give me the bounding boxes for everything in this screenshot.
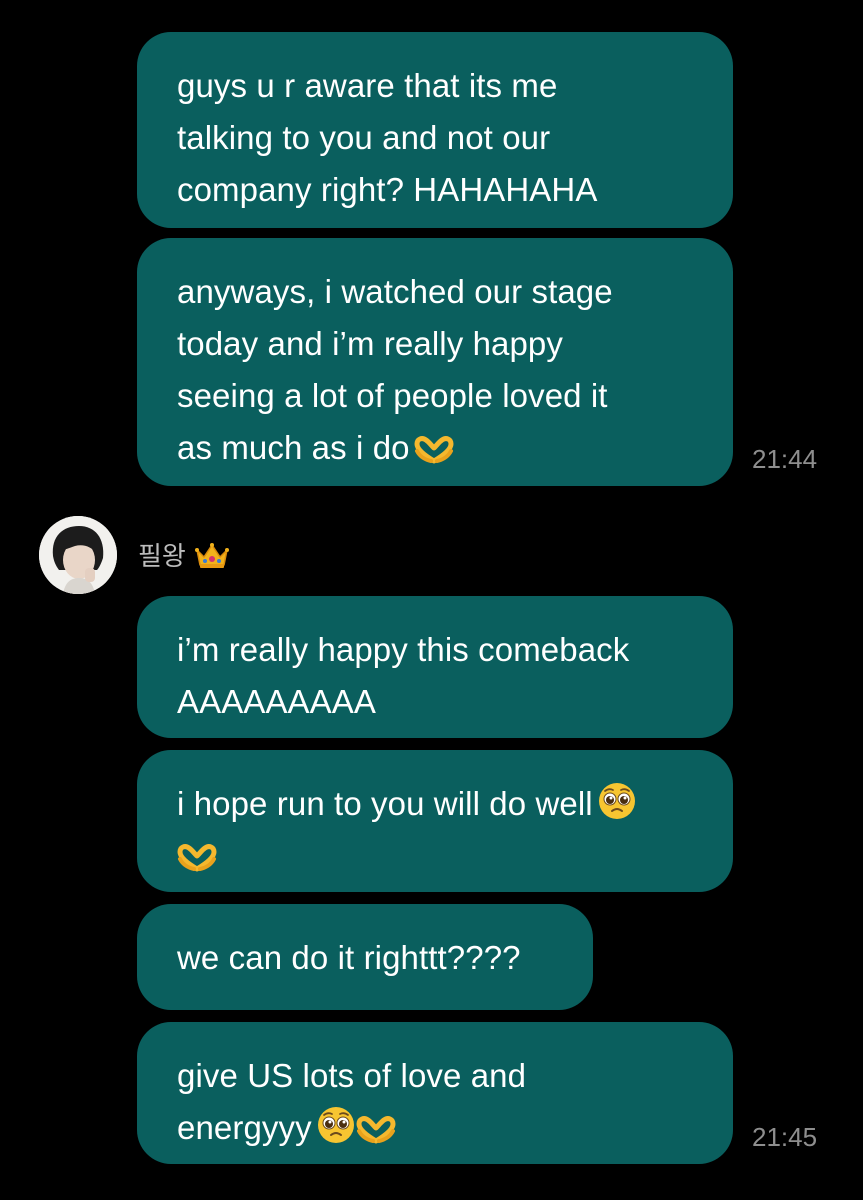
message-line: today and i’m really happy <box>177 325 563 362</box>
timestamp: 21:45 <box>752 1122 818 1152</box>
crown-icon <box>194 542 229 568</box>
message-line: company right? HAHAHAHA <box>177 171 598 208</box>
message-line <box>177 830 693 882</box>
message-bubble[interactable]: i hope run to you will do well <box>137 750 733 892</box>
message-bubble[interactable]: we can do it righttt???? <box>137 904 593 1010</box>
sender-label: 필왕 <box>138 536 230 573</box>
message-bubble[interactable]: guys u r aware that its me talking to yo… <box>137 32 733 228</box>
avatar[interactable] <box>39 516 117 594</box>
message-bubble[interactable]: give US lots of love and energyyy <box>137 1022 733 1164</box>
message-text: energyyy <box>177 1109 312 1146</box>
timestamp: 21:44 <box>752 444 818 474</box>
message-line: seeing a lot of people loved it <box>177 377 608 414</box>
message-line: i hope run to you will do well <box>177 778 693 830</box>
message-line: guys u r aware that its me <box>177 67 558 104</box>
heart-hands-emoji-icon <box>356 1116 396 1144</box>
heart-hands-emoji-icon <box>414 436 454 464</box>
message-line: energyyy <box>177 1102 693 1154</box>
message-bubble[interactable]: anyways, i watched our stage today and i… <box>137 238 733 486</box>
sender-name: 필왕 <box>138 542 186 572</box>
message-line: we can do it righttt???? <box>177 939 521 976</box>
message-text: as much as i do <box>177 429 410 466</box>
message-line: i’m really happy this comeback <box>177 631 630 668</box>
pleading-face-emoji-icon <box>598 783 635 819</box>
message-line: talking to you and not our <box>177 119 551 156</box>
heart-hands-emoji-icon <box>177 844 217 872</box>
pleading-face-emoji-icon <box>317 1107 354 1143</box>
message-line: AAAAAAAAA <box>177 683 376 720</box>
message-line: give US lots of love and <box>177 1057 527 1094</box>
avatar-photo-icon <box>39 516 117 594</box>
message-line: as much as i do <box>177 422 693 474</box>
message-bubble[interactable]: i’m really happy this comeback AAAAAAAAA <box>137 596 733 738</box>
message-text: i hope run to you will do well <box>177 785 593 822</box>
message-line: anyways, i watched our stage <box>177 273 613 310</box>
